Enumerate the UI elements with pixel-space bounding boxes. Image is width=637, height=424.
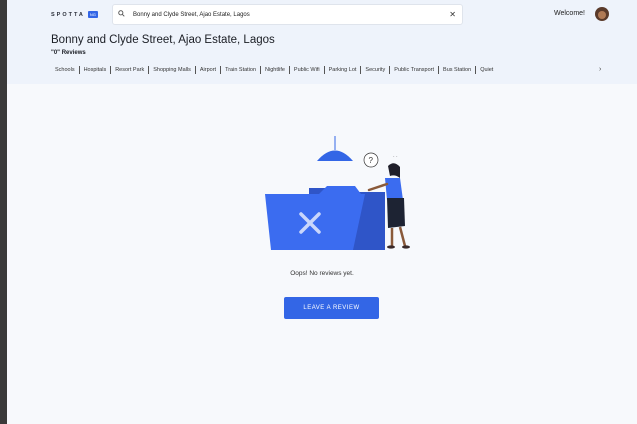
logo[interactable]: SPOTTA NG: [51, 11, 98, 18]
amenity-chip[interactable]: Public Wifi: [290, 66, 325, 74]
welcome-text: Welcome!: [554, 10, 585, 17]
amenity-chip[interactable]: Security: [361, 66, 391, 74]
amenity-chip[interactable]: Quiet: [476, 66, 497, 74]
svg-text:· ·: · ·: [393, 154, 398, 160]
leave-review-button[interactable]: LEAVE A REVIEW: [284, 297, 379, 319]
close-icon[interactable]: ✕: [449, 10, 456, 19]
app-frame: SPOTTA NG Bonny and Clyde Street, Ajao E…: [7, 0, 637, 424]
logo-badge: NG: [87, 11, 98, 18]
search-bar[interactable]: Bonny and Clyde Street, Ajao Estate, Lag…: [112, 4, 463, 25]
amenity-chip[interactable]: Hospitals: [80, 66, 112, 74]
header: SPOTTA NG Bonny and Clyde Street, Ajao E…: [7, 0, 637, 84]
svg-text:?: ?: [369, 156, 374, 165]
amenity-chip[interactable]: Bus Station: [439, 66, 477, 74]
amenity-chip[interactable]: Public Transport: [390, 66, 440, 74]
empty-folder-illustration: ? · ·: [257, 134, 417, 254]
chevron-right-icon[interactable]: ›: [599, 66, 601, 73]
search-icon: [118, 10, 130, 19]
amenity-chip[interactable]: Parking Lot: [325, 66, 362, 74]
amenity-filters: Schools Hospitals Resort Park Shopping M…: [51, 66, 497, 74]
search-input[interactable]: Bonny and Clyde Street, Ajao Estate, Lag…: [133, 12, 449, 18]
empty-state-message: Oops! No reviews yet.: [290, 270, 354, 277]
amenity-chip[interactable]: Resort Park: [111, 66, 150, 74]
amenity-chip[interactable]: Nightlife: [261, 66, 290, 74]
amenity-chip[interactable]: Shopping Malls: [149, 66, 196, 74]
logo-text: SPOTTA: [51, 11, 85, 18]
page-title: Bonny and Clyde Street, Ajao Estate, Lag…: [51, 34, 275, 46]
reviews-count: "0" Reviews: [51, 50, 86, 56]
amenity-chip[interactable]: Airport: [196, 66, 222, 74]
amenity-chip[interactable]: Schools: [51, 66, 80, 74]
amenity-chip[interactable]: Train Station: [221, 66, 262, 74]
avatar[interactable]: [595, 7, 609, 21]
